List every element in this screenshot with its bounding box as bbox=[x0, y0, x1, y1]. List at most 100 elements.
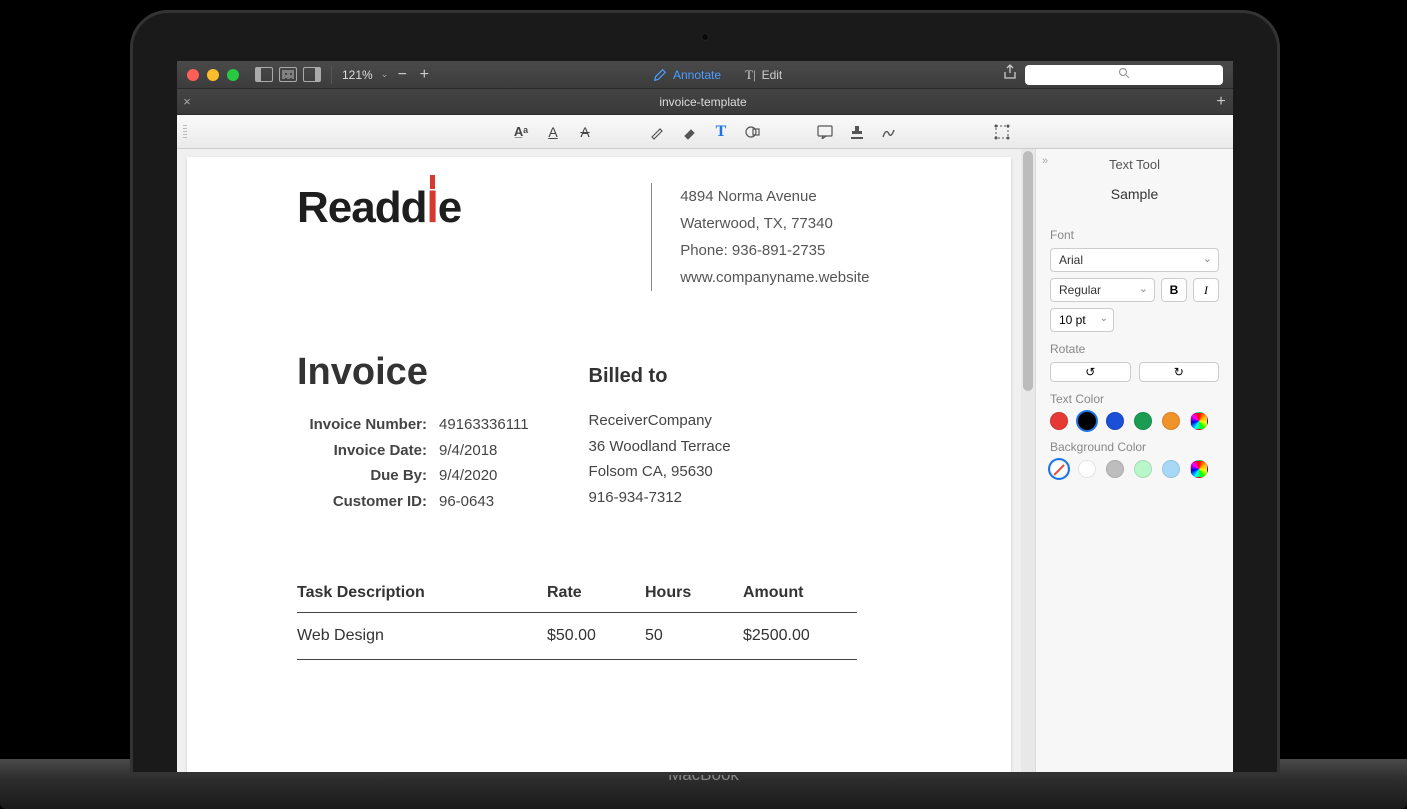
edit-label: Edit bbox=[762, 68, 783, 82]
bg-color-white[interactable] bbox=[1078, 460, 1096, 478]
text-color-green[interactable] bbox=[1134, 412, 1152, 430]
col-header-hours: Hours bbox=[645, 584, 743, 602]
underline-button[interactable]: A bbox=[544, 123, 562, 141]
invoice-date-value: 9/4/2018 bbox=[439, 438, 497, 464]
window-toolbar: 121% ⌄ − + Annotate T| Edit bbox=[177, 61, 1233, 89]
bg-color-green[interactable] bbox=[1134, 460, 1152, 478]
italic-button[interactable]: I bbox=[1193, 278, 1219, 302]
company-logo: Readdle bbox=[297, 183, 461, 233]
text-color-orange[interactable] bbox=[1162, 412, 1180, 430]
col-header-amount: Amount bbox=[743, 584, 853, 602]
bg-color-blue[interactable] bbox=[1162, 460, 1180, 478]
text-color-row bbox=[1050, 412, 1219, 430]
zoom-out-button[interactable]: − bbox=[394, 66, 410, 84]
invoice-number-value: 49163336111 bbox=[439, 412, 529, 438]
camera-icon bbox=[701, 33, 709, 41]
add-tab-button[interactable]: + bbox=[1209, 93, 1233, 111]
toggle-right-sidebar-button[interactable] bbox=[303, 67, 321, 82]
cell-rate: $50.00 bbox=[547, 627, 645, 645]
annotate-mode-button[interactable]: Annotate bbox=[653, 67, 721, 83]
annotation-toolbar: A̲ᵃ A A T bbox=[177, 115, 1233, 149]
font-size-select[interactable]: 10 pt bbox=[1050, 308, 1114, 332]
billed-city: Folsom CA, 95630 bbox=[589, 459, 731, 485]
shape-tool-button[interactable] bbox=[744, 123, 762, 141]
logo-text-end: e bbox=[438, 183, 461, 232]
company-phone: Phone: 936-891-2735 bbox=[680, 237, 869, 264]
thumbnails-button[interactable] bbox=[279, 67, 297, 82]
search-icon bbox=[1118, 67, 1130, 82]
invoice-title: Invoice bbox=[297, 351, 529, 394]
chevron-down-icon[interactable]: ⌄ bbox=[381, 69, 389, 80]
company-address1: 4894 Norma Avenue bbox=[680, 183, 869, 210]
strikethrough-button[interactable]: A bbox=[576, 123, 594, 141]
edit-mode-button[interactable]: T| Edit bbox=[745, 67, 782, 83]
cell-desc: Web Design bbox=[297, 627, 547, 645]
company-website: www.companyname.website bbox=[680, 264, 869, 291]
traffic-lights bbox=[187, 69, 239, 81]
col-header-desc: Task Description bbox=[297, 584, 547, 602]
document-viewport[interactable]: Readdle 4894 Norma Avenue Waterwood, TX,… bbox=[177, 149, 1035, 772]
toolbar-handle-icon[interactable] bbox=[183, 125, 187, 139]
due-by-value: 9/4/2020 bbox=[439, 463, 497, 489]
zoom-in-button[interactable]: + bbox=[416, 66, 432, 84]
tab-title[interactable]: invoice-template bbox=[197, 95, 1209, 109]
font-family-select[interactable]: Arial bbox=[1050, 248, 1219, 272]
window-close-button[interactable] bbox=[187, 69, 199, 81]
text-color-blue[interactable] bbox=[1106, 412, 1124, 430]
collapse-inspector-button[interactable]: » bbox=[1042, 155, 1048, 167]
eraser-tool-button[interactable] bbox=[680, 123, 698, 141]
signature-tool-button[interactable] bbox=[880, 123, 898, 141]
rotate-cw-button[interactable]: ↻ bbox=[1139, 362, 1220, 382]
text-cursor-icon: T| bbox=[745, 67, 756, 83]
scrollbar[interactable] bbox=[1021, 149, 1035, 772]
zoom-level[interactable]: 121% bbox=[342, 68, 373, 82]
rotate-section-label: Rotate bbox=[1050, 342, 1219, 356]
font-weight-value: Regular bbox=[1059, 283, 1101, 297]
billed-phone: 916-934-7312 bbox=[589, 485, 731, 511]
company-address2: Waterwood, TX, 77340 bbox=[680, 210, 869, 237]
share-button[interactable] bbox=[1003, 64, 1017, 85]
stamp-tool-button[interactable] bbox=[848, 123, 866, 141]
tab-bar: × invoice-template + bbox=[177, 89, 1233, 115]
pencil-icon bbox=[653, 68, 667, 82]
toggle-left-sidebar-button[interactable] bbox=[255, 67, 273, 82]
inspector-title: Text Tool bbox=[1050, 149, 1219, 176]
font-family-value: Arial bbox=[1059, 253, 1083, 267]
bg-color-gray[interactable] bbox=[1106, 460, 1124, 478]
text-color-red[interactable] bbox=[1050, 412, 1068, 430]
billed-address: 36 Woodland Terrace bbox=[589, 434, 731, 460]
font-weight-select[interactable]: Regular bbox=[1050, 278, 1155, 302]
text-tool-button[interactable]: T bbox=[712, 123, 730, 141]
note-tool-button[interactable] bbox=[816, 123, 834, 141]
company-info: 4894 Norma Avenue Waterwood, TX, 77340 P… bbox=[680, 183, 869, 291]
cell-amount: $2500.00 bbox=[743, 627, 853, 645]
annotate-label: Annotate bbox=[673, 68, 721, 82]
text-color-custom[interactable] bbox=[1190, 412, 1208, 430]
invoice-number-label: Invoice Number: bbox=[297, 412, 427, 438]
bg-color-row bbox=[1050, 460, 1219, 478]
bg-color-none[interactable] bbox=[1050, 460, 1068, 478]
due-by-label: Due By: bbox=[297, 463, 427, 489]
bg-color-label: Background Color bbox=[1050, 440, 1219, 454]
text-color-black[interactable] bbox=[1078, 412, 1096, 430]
selection-tool-button[interactable] bbox=[993, 123, 1011, 141]
vertical-divider bbox=[651, 183, 652, 291]
font-size-value: 10 pt bbox=[1059, 313, 1086, 327]
document-page[interactable]: Readdle 4894 Norma Avenue Waterwood, TX,… bbox=[187, 157, 1011, 772]
table-row: Web Design $50.00 50 $2500.00 bbox=[297, 613, 857, 660]
screen: 121% ⌄ − + Annotate T| Edit bbox=[177, 61, 1233, 772]
pen-tool-button[interactable] bbox=[648, 123, 666, 141]
rotate-ccw-button[interactable]: ↺ bbox=[1050, 362, 1131, 382]
sample-preview: Sample bbox=[1050, 176, 1219, 218]
search-input[interactable] bbox=[1025, 65, 1223, 85]
bold-button[interactable]: B bbox=[1161, 278, 1187, 302]
tab-close-button[interactable]: × bbox=[177, 94, 197, 109]
bg-color-custom[interactable] bbox=[1190, 460, 1208, 478]
invoice-table: Task Description Rate Hours Amount Web D… bbox=[297, 584, 857, 660]
text-style-button[interactable]: A̲ᵃ bbox=[512, 123, 530, 141]
font-section-label: Font bbox=[1050, 228, 1219, 242]
logo-text: Readd bbox=[297, 183, 426, 232]
window-minimize-button[interactable] bbox=[207, 69, 219, 81]
window-maximize-button[interactable] bbox=[227, 69, 239, 81]
scrollbar-thumb[interactable] bbox=[1023, 151, 1033, 391]
